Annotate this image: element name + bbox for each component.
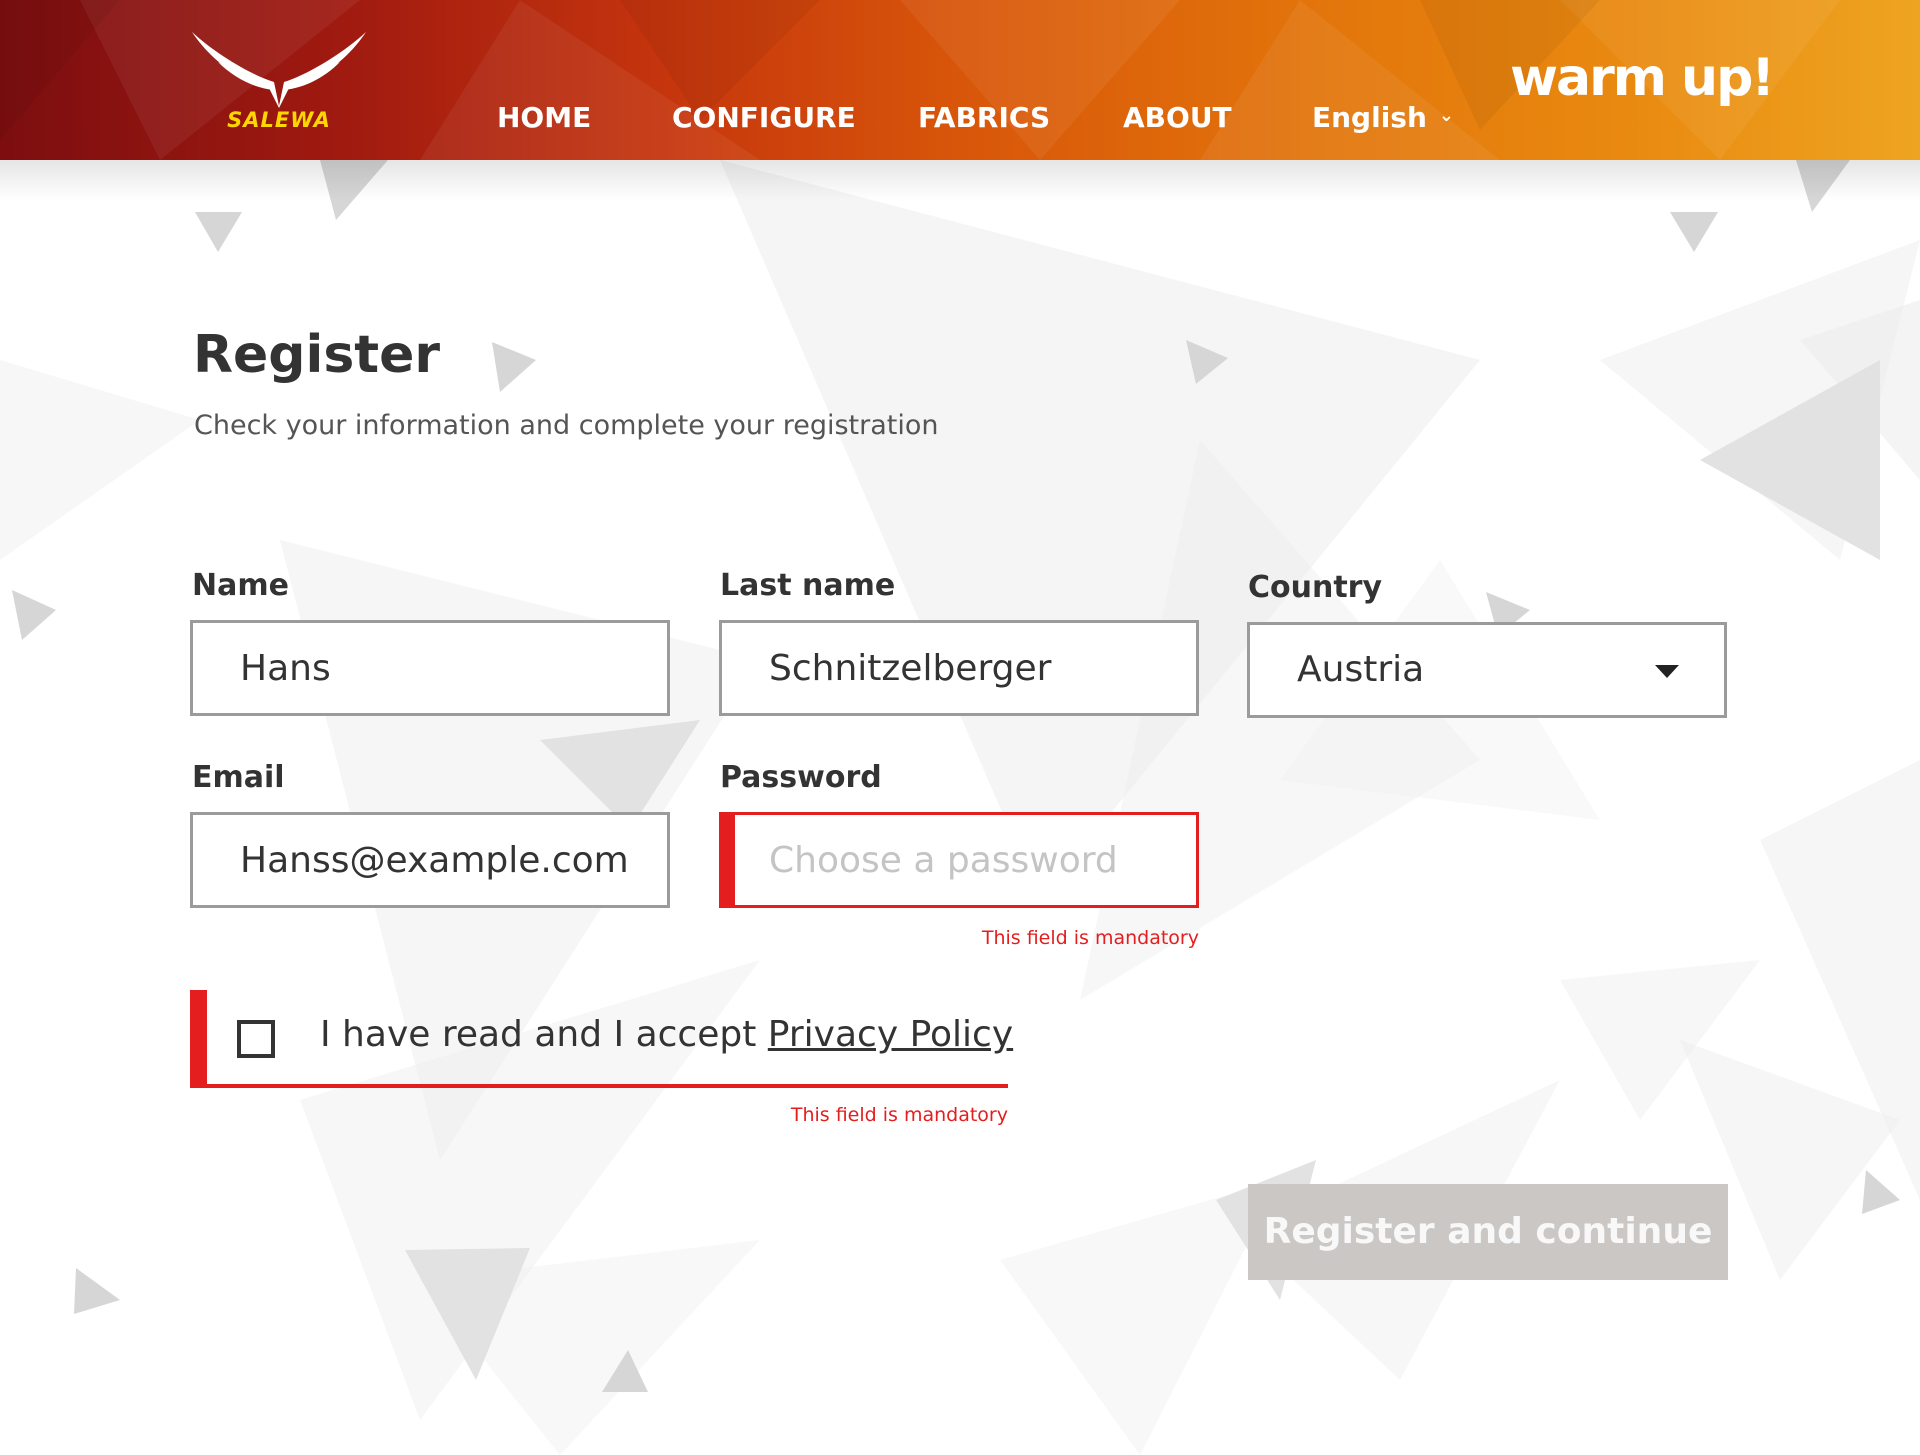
privacy-consent-label: I have read and I accept: [320, 1014, 768, 1055]
privacy-error-message: This field is mandatory: [790, 1104, 1008, 1126]
register-and-continue-button[interactable]: Register and continue: [1248, 1184, 1728, 1280]
last-name-field-box: [719, 620, 1199, 716]
last-name-label: Last name: [720, 568, 896, 603]
password-label: Password: [720, 760, 882, 795]
country-selected-value: Austria: [1297, 649, 1425, 690]
password-error-message: This field is mandatory: [981, 927, 1199, 949]
email-field-box: [190, 812, 670, 908]
page-title: Register: [193, 325, 441, 385]
password-input[interactable]: [722, 815, 1196, 905]
email-input[interactable]: [193, 815, 667, 905]
privacy-checkbox[interactable]: [237, 1020, 275, 1058]
privacy-consent: I have read and I accept Privacy Policy: [190, 990, 1013, 1088]
page-subtitle: Check your information and complete your…: [194, 410, 939, 441]
name-label: Name: [192, 568, 289, 603]
caret-down-icon: [1655, 665, 1679, 678]
privacy-consent-text: I have read and I accept Privacy Policy: [320, 1010, 1013, 1060]
privacy-policy-link[interactable]: Privacy Policy: [768, 1014, 1013, 1055]
error-underline: [190, 1084, 1008, 1088]
error-indicator-bar: [190, 990, 207, 1088]
country-select[interactable]: Austria: [1247, 622, 1727, 718]
last-name-input[interactable]: [722, 623, 1196, 713]
country-label: Country: [1248, 570, 1383, 605]
email-label: Email: [192, 760, 285, 795]
name-input[interactable]: [193, 623, 667, 713]
password-field-box: [719, 812, 1199, 908]
register-page: Register Check your information and comp…: [0, 0, 1920, 1455]
name-field-box: [190, 620, 670, 716]
